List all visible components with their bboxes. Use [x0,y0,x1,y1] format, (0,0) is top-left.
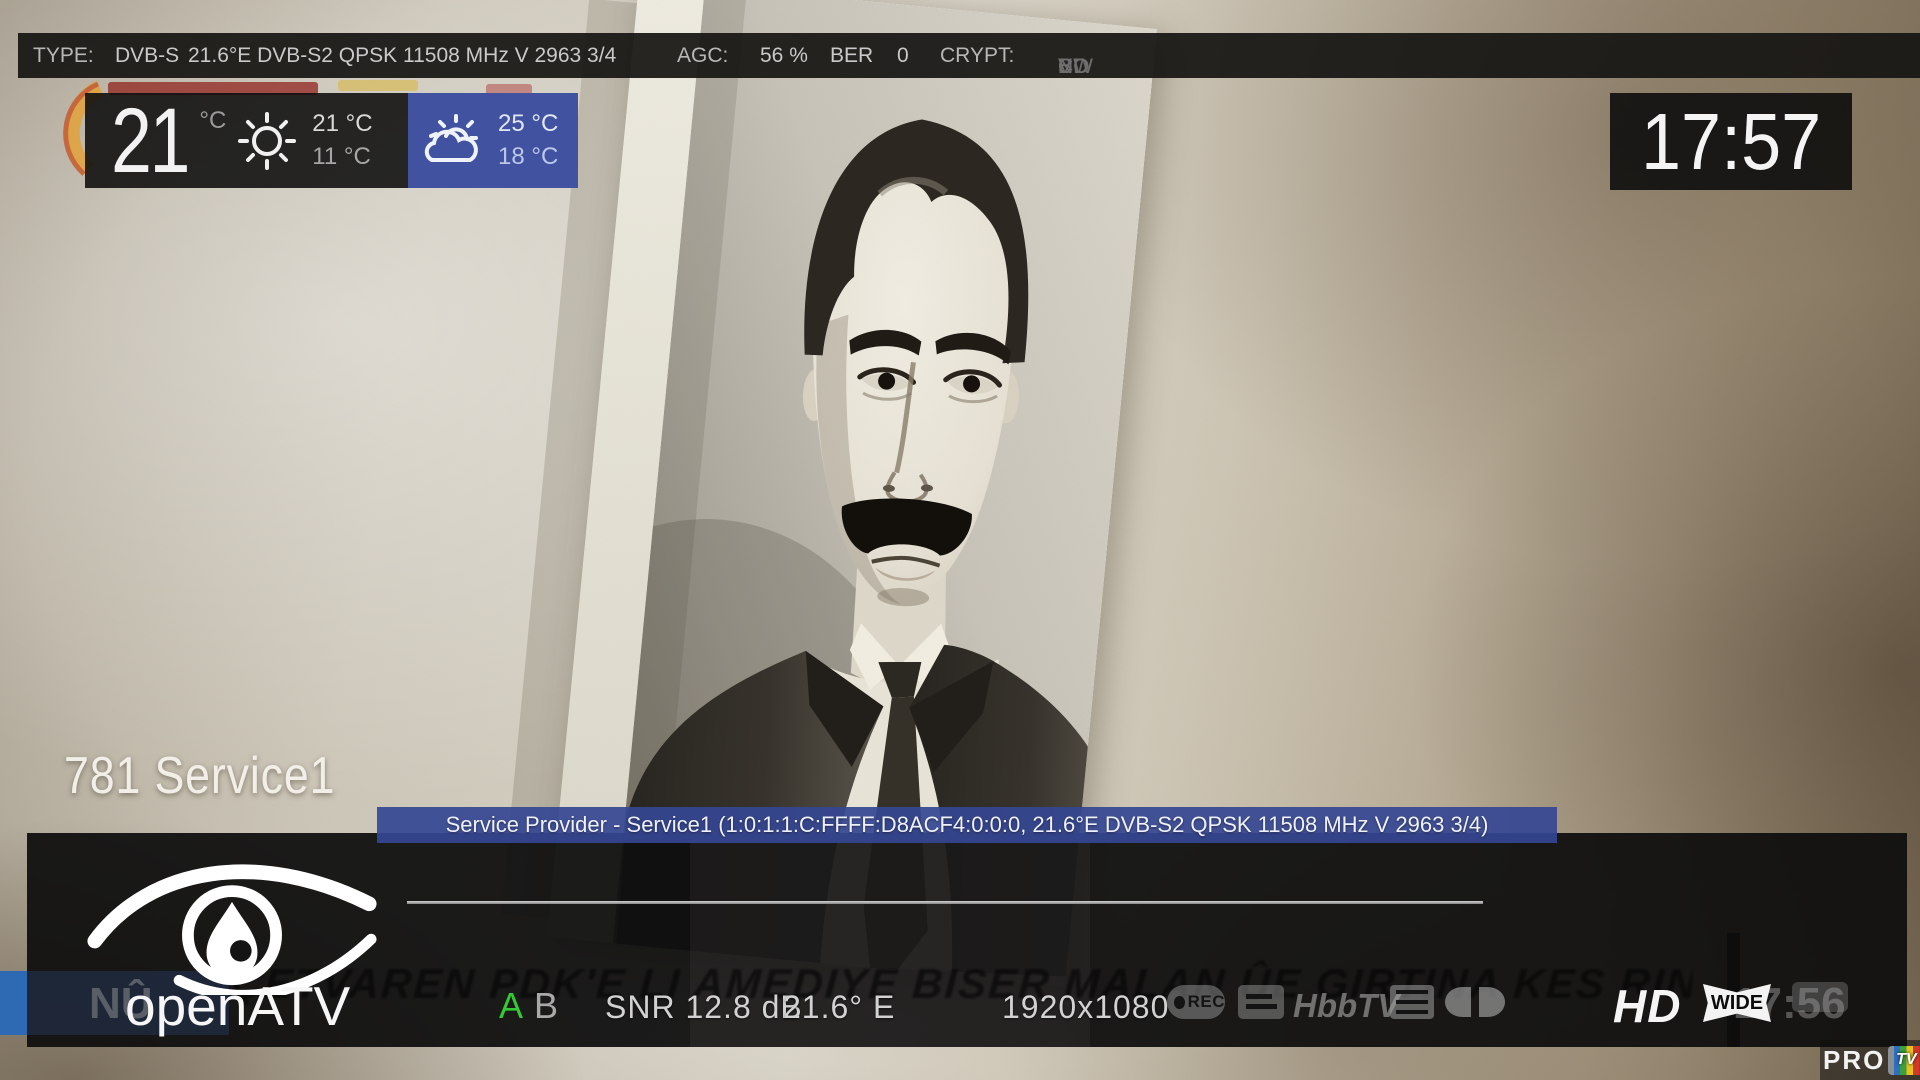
weather-current-temp: 21 [111,95,188,187]
protv-watermark: PRO TV NET.UA [1820,1040,1920,1080]
clock-time: 17:57 [1641,96,1821,188]
screen: { "tuner_bar": { "type_label": "TYPE:", … [0,0,1920,1080]
wide-label: WIDE [1711,992,1763,1015]
service-provider-text: Service Provider - Service1 (1:0:1:1:C:F… [446,812,1489,838]
audio-track-b: B [534,985,558,1027]
weather-today-high: 21 °C [312,112,372,136]
rec-label: REC [1188,992,1225,1012]
audio-track-a: A [499,985,523,1027]
divider-line [407,901,1483,904]
tuner-agc-label: AGC: [677,44,728,68]
rec-icon: REC [1167,985,1225,1019]
partly-cloudy-icon [418,110,484,172]
tuner-ber-label: BER [830,44,873,68]
subtitle-icon [1238,985,1284,1019]
snr-readout: SNR 12.8 dB [605,989,803,1026]
hbbtv-label: HbbTV [1293,987,1399,1025]
tuner-info-bar: TYPE: DVB-S 21.6°E DVB-S2 QPSK 11508 MHz… [18,33,1920,78]
sunny-icon [236,110,298,172]
dolby-icon [1443,985,1507,1019]
weather-next-high: 25 °C [498,112,558,136]
tuner-type-label: TYPE: [33,44,94,68]
channel-title: 781 Service1 [64,746,335,806]
tuner-transponder: 21.6°E DVB-S2 QPSK 11508 MHz V 2963 3/4 [188,44,616,68]
protv-tv-icon: TV [1888,1046,1920,1075]
crypt-flag: CO [1058,55,1090,79]
openatv-eye-icon [85,843,379,995]
teletext-icon [1390,985,1434,1019]
orbital-position: 21.6° E [783,989,895,1026]
clock: 17:57 [1610,93,1852,190]
hd-badge: HD [1613,979,1681,1033]
rec-dot-icon [1174,996,1185,1009]
video-resolution: 1920x1080 [1002,989,1169,1026]
tuner-ber-value: 0 [897,44,909,68]
openatv-brand: openATV [125,974,350,1038]
weather-current-panel: 21 °C 21 °C 11 °C [85,93,408,188]
protv-pro: PRO [1823,1045,1885,1076]
tuner-crypt-label: CRYPT: [940,44,1014,68]
weather-next-low: 18 °C [498,145,558,169]
weather-next-panel: 25 °C 18 °C [408,93,578,188]
weather-degree-unit: °C [199,107,226,135]
edge-blue-stripe [0,971,27,1035]
weather-widget: 21 °C 21 °C 11 °C 25 °C [85,93,578,188]
weather-today-low: 11 °C [312,145,372,169]
tuner-type-value: DVB-S [115,44,179,68]
infobar-panel: NÛ ÇETVAREN PDK'E LI AMEDIYE BISER MALAN… [27,833,1907,1047]
ghost-badge [1792,982,1848,1012]
service-provider-bar: Service Provider - Service1 (1:0:1:1:C:F… [377,807,1557,843]
tuner-agc-value: 56 % [760,44,808,68]
